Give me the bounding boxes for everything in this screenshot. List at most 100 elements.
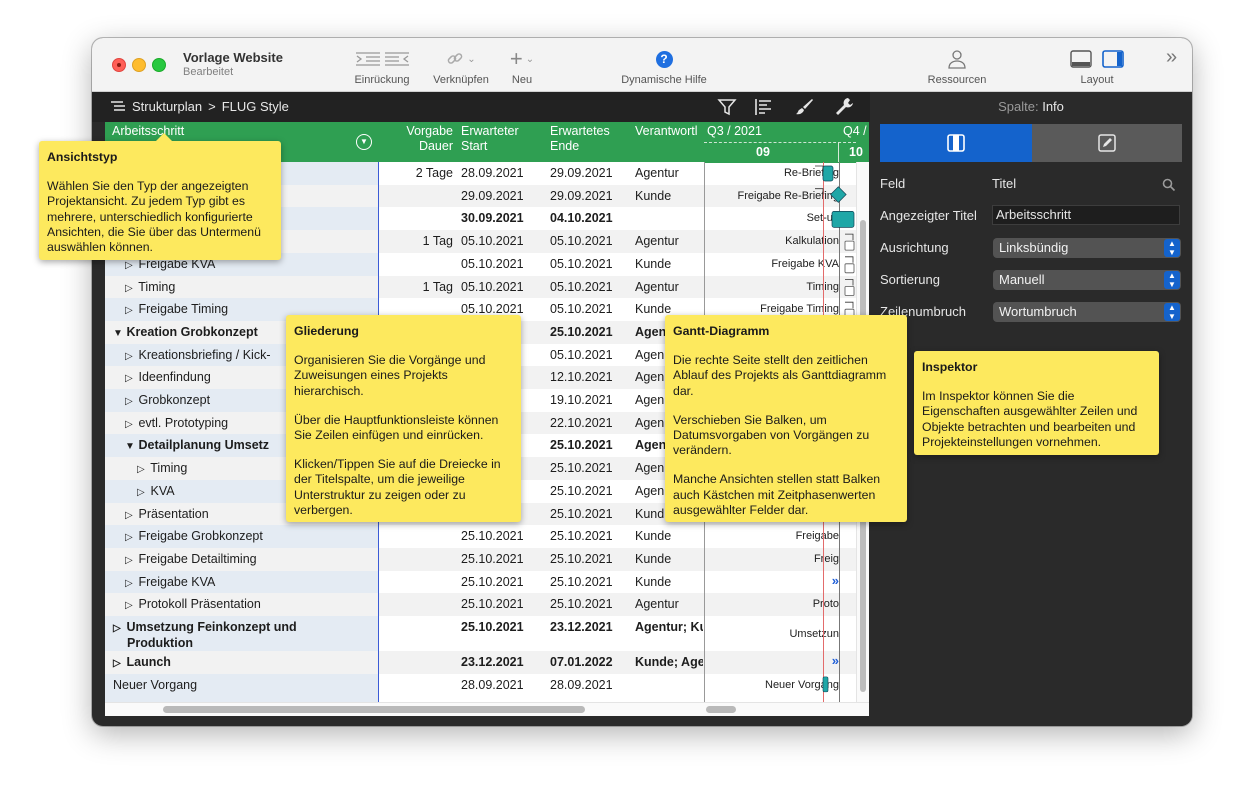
row-end[interactable]: 22.10.2021 (550, 416, 613, 430)
row-title[interactable]: ▷ Launch (113, 655, 370, 671)
disclosure-open-icon[interactable]: ▼ (113, 326, 123, 341)
row-start[interactable]: 28.09.2021 (461, 166, 524, 180)
minimize-button[interactable] (132, 58, 146, 72)
row-start[interactable]: 28.09.2021 (461, 678, 524, 692)
row-start[interactable]: 30.09.2021 (461, 211, 524, 225)
disclosure-closed-icon[interactable]: ▷ (125, 371, 135, 386)
link-control[interactable]: ⌄ Verknüpfen (429, 48, 493, 86)
gantt-dependency-line[interactable] (845, 256, 854, 263)
chevron-down-icon[interactable]: ⌄ (467, 54, 475, 65)
row-end[interactable]: 07.01.2022 (550, 655, 613, 669)
column-info-tab[interactable] (880, 124, 1032, 162)
row-end[interactable]: 29.09.2021 (550, 189, 613, 203)
row-responsible[interactable]: Kunde; Age (635, 655, 703, 669)
column-header-start[interactable]: Erwarteter Start (461, 124, 519, 154)
row-end[interactable]: 25.10.2021 (550, 507, 613, 521)
wrap-select[interactable]: Wortumbruch ▲ ▼ (993, 302, 1181, 322)
row-end[interactable]: 05.10.2021 (550, 280, 613, 294)
disclosure-closed-icon[interactable]: ▷ (125, 394, 135, 409)
field-value[interactable]: Titel (992, 176, 1016, 191)
gantt-bar[interactable] (822, 165, 834, 182)
disclosure-open-icon[interactable]: ▼ (125, 439, 135, 454)
row-end[interactable]: 25.10.2021 (550, 325, 613, 339)
row-responsible[interactable]: Agentur (635, 234, 703, 248)
gantt-dependency-line[interactable] (845, 233, 854, 241)
disclosure-closed-icon[interactable]: ▷ (125, 508, 135, 523)
disclosure-closed-icon[interactable]: ▷ (125, 417, 135, 432)
row-duration[interactable]: 2 Tage (378, 166, 453, 180)
row-duration[interactable]: 1 Tag (378, 234, 453, 248)
row-title[interactable]: ▷ Freigabe Grobkonzept (125, 529, 370, 545)
row-end[interactable]: 05.10.2021 (550, 257, 613, 271)
disclosure-closed-icon[interactable]: ▷ (125, 349, 135, 364)
row-end[interactable]: 12.10.2021 (550, 370, 613, 384)
bottom-panel-icon[interactable] (1070, 50, 1092, 68)
row-start[interactable]: 05.10.2021 (461, 257, 524, 271)
toolbar-overflow-button[interactable]: » (1166, 46, 1177, 69)
indent-control[interactable]: Einrückung (350, 48, 414, 86)
disclosure-closed-icon[interactable]: ▷ (137, 462, 147, 477)
gantt-dependency-line[interactable] (815, 188, 824, 195)
row-end[interactable]: 23.12.2021 (550, 620, 613, 634)
plus-icon[interactable]: + (510, 46, 523, 72)
row-end[interactable]: 25.10.2021 (550, 597, 613, 611)
row-start[interactable]: 05.10.2021 (461, 234, 524, 248)
disclosure-closed-icon[interactable]: ▷ (125, 530, 135, 545)
disclosure-closed-icon[interactable]: ▷ (113, 656, 123, 671)
row-start[interactable]: 25.10.2021 (461, 575, 524, 589)
row-responsible[interactable]: Kunde (635, 257, 703, 271)
row-title[interactable]: ▷ Timing (125, 280, 370, 296)
edit-style-tab[interactable] (1032, 124, 1182, 162)
row-duration[interactable]: 1 Tag (378, 280, 453, 294)
row-end[interactable]: 04.10.2021 (550, 211, 613, 225)
row-end[interactable]: 19.10.2021 (550, 393, 613, 407)
horizontal-scrollbar[interactable] (105, 702, 869, 716)
gantt-bar[interactable] (844, 286, 855, 296)
row-start[interactable]: 29.09.2021 (461, 189, 524, 203)
row-start[interactable]: 25.10.2021 (461, 597, 524, 611)
help-icon[interactable]: ? (655, 50, 673, 68)
row-responsible[interactable]: Kunde (635, 575, 703, 589)
alignment-select[interactable]: Linksbündig ▲ ▼ (993, 238, 1181, 258)
gantt-bar[interactable] (844, 240, 855, 251)
gantt-format-icon[interactable] (754, 97, 774, 117)
column-header-duration[interactable]: Vorgabe Dauer (378, 124, 453, 154)
gantt-dependency-line[interactable] (845, 301, 854, 309)
disclosure-closed-icon[interactable]: ▷ (113, 621, 123, 636)
disclosure-closed-icon[interactable]: ▷ (137, 485, 147, 500)
row-title[interactable]: ▷ Freigabe KVA (125, 575, 370, 591)
column-menu-icon[interactable]: ▼ (356, 134, 372, 150)
indent-icon[interactable] (384, 50, 410, 68)
sidebar-panel-icon[interactable] (1102, 50, 1124, 68)
chevron-down-icon[interactable]: ⌄ (526, 54, 534, 65)
row-title[interactable]: ▷ Protokoll Präsentation (125, 597, 370, 613)
row-start[interactable]: 25.10.2021 (461, 620, 524, 634)
gantt-dependency-line[interactable] (845, 279, 854, 286)
row-responsible[interactable]: Agentur (635, 280, 703, 294)
row-end[interactable]: 05.10.2021 (550, 302, 613, 316)
disclosure-closed-icon[interactable]: ▷ (125, 258, 135, 273)
row-start[interactable]: 25.10.2021 (461, 529, 524, 543)
row-start[interactable]: 25.10.2021 (461, 552, 524, 566)
row-title[interactable]: ▷ Umsetzung Feinkonzept und Produktion (113, 620, 370, 651)
gantt-bar[interactable] (831, 211, 855, 228)
style-name[interactable]: FLUG Style (222, 99, 289, 114)
row-end[interactable]: 25.10.2021 (550, 484, 613, 498)
row-start[interactable]: 23.12.2021 (461, 655, 524, 669)
resources-control[interactable]: Ressourcen (922, 48, 992, 86)
gantt-bar[interactable] (844, 263, 855, 274)
row-end[interactable]: 25.10.2021 (550, 529, 613, 543)
column-header-end[interactable]: Erwartetes Ende (550, 124, 610, 154)
row-responsible[interactable]: Kunde (635, 189, 703, 203)
outdent-icon[interactable] (355, 50, 381, 68)
gantt-milestone[interactable] (830, 186, 847, 203)
row-responsible[interactable]: Kunde (635, 552, 703, 566)
row-end[interactable]: 25.10.2021 (550, 438, 613, 452)
breadcrumb[interactable]: Strukturplan > FLUG Style (110, 99, 289, 114)
gantt-dependency-line[interactable] (815, 165, 824, 172)
row-end[interactable]: 25.10.2021 (550, 461, 613, 475)
row-responsible[interactable]: Agentur; Ku (635, 620, 703, 634)
disclosure-closed-icon[interactable]: ▷ (125, 598, 135, 613)
layout-control[interactable]: Layout (1064, 48, 1130, 86)
row-responsible[interactable]: Agentur (635, 166, 703, 180)
